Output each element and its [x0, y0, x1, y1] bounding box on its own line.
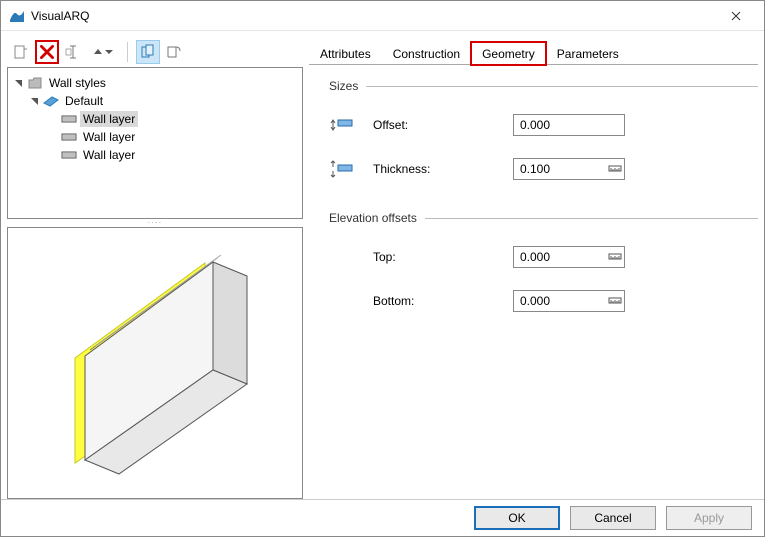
tree-layer[interactable]: Wall layer: [12, 128, 298, 146]
group-label: Elevation offsets: [329, 211, 417, 225]
apply-button: Apply: [666, 506, 752, 530]
delete-style-button[interactable]: [35, 40, 59, 64]
layer-icon: [61, 148, 77, 162]
expand-icon[interactable]: [28, 97, 40, 106]
cancel-button[interactable]: Cancel: [570, 506, 656, 530]
tree-layer-label: Wall layer: [80, 129, 138, 145]
styles-tree[interactable]: Wall styles Default Wall layer Wall layer…: [7, 67, 303, 219]
thickness-icon: [329, 158, 373, 180]
tab-geometry[interactable]: Geometry: [471, 42, 546, 65]
sizes-group-title: Sizes: [329, 79, 758, 93]
more-actions-dropdown[interactable]: [87, 40, 119, 64]
units-icon[interactable]: [607, 248, 623, 264]
folder-icon: [27, 76, 43, 90]
top-row: Top:: [329, 235, 758, 279]
tab-construction[interactable]: Construction: [382, 42, 471, 65]
tree-style-label: Default: [62, 93, 106, 109]
tree-style-default[interactable]: Default: [12, 92, 298, 110]
tree-layer-label: Wall layer: [80, 147, 138, 163]
property-tabs: Attributes Construction Geometry Paramet…: [309, 41, 758, 65]
elevation-group-title: Elevation offsets: [329, 211, 758, 225]
button-label: Apply: [694, 511, 724, 525]
wall-style-icon: [43, 94, 59, 108]
bottom-label: Bottom:: [373, 294, 513, 308]
tree-layer[interactable]: Wall layer: [12, 110, 298, 128]
thickness-label: Thickness:: [373, 162, 513, 176]
offset-icon: [329, 114, 373, 136]
offset-input[interactable]: [513, 114, 625, 136]
preview-2d-button[interactable]: [162, 40, 186, 64]
ok-button[interactable]: OK: [474, 506, 560, 530]
style-toolbar: [7, 37, 303, 67]
tree-root-label: Wall styles: [46, 75, 109, 91]
tab-label: Construction: [393, 47, 460, 61]
bottom-row: Bottom:: [329, 279, 758, 323]
tab-label: Parameters: [557, 47, 619, 61]
offset-label: Offset:: [373, 118, 513, 132]
button-label: Cancel: [594, 511, 631, 525]
window-close-button[interactable]: [716, 1, 756, 31]
group-label: Sizes: [329, 79, 358, 93]
thickness-row: Thickness:: [329, 147, 758, 191]
new-style-button[interactable]: [9, 40, 33, 64]
offset-row: Offset:: [329, 103, 758, 147]
splitter-grip[interactable]: ····: [7, 219, 303, 225]
window-title: VisualARQ: [31, 9, 716, 23]
tree-layer[interactable]: Wall layer: [12, 146, 298, 164]
tab-label: Geometry: [482, 47, 535, 61]
tab-label: Attributes: [320, 47, 371, 61]
tab-attributes[interactable]: Attributes: [309, 42, 382, 65]
units-icon[interactable]: [607, 160, 623, 176]
units-icon[interactable]: [607, 292, 623, 308]
layer-icon: [61, 130, 77, 144]
preview-3d-button[interactable]: [136, 40, 160, 64]
rename-style-button[interactable]: [61, 40, 85, 64]
dialog-buttons: OK Cancel Apply: [1, 499, 764, 536]
toolbar-separator: [127, 42, 128, 62]
button-label: OK: [508, 511, 525, 525]
top-label: Top:: [373, 250, 513, 264]
expand-icon[interactable]: [12, 79, 24, 88]
geometry-panel: Sizes Offset: Thickness:: [309, 65, 758, 499]
layer-icon: [61, 112, 77, 126]
tree-layer-label: Wall layer: [80, 111, 138, 127]
tree-root[interactable]: Wall styles: [12, 74, 298, 92]
app-icon: [9, 8, 25, 24]
style-preview: [7, 227, 303, 499]
titlebar: VisualARQ: [1, 1, 764, 31]
tab-parameters[interactable]: Parameters: [546, 42, 630, 65]
